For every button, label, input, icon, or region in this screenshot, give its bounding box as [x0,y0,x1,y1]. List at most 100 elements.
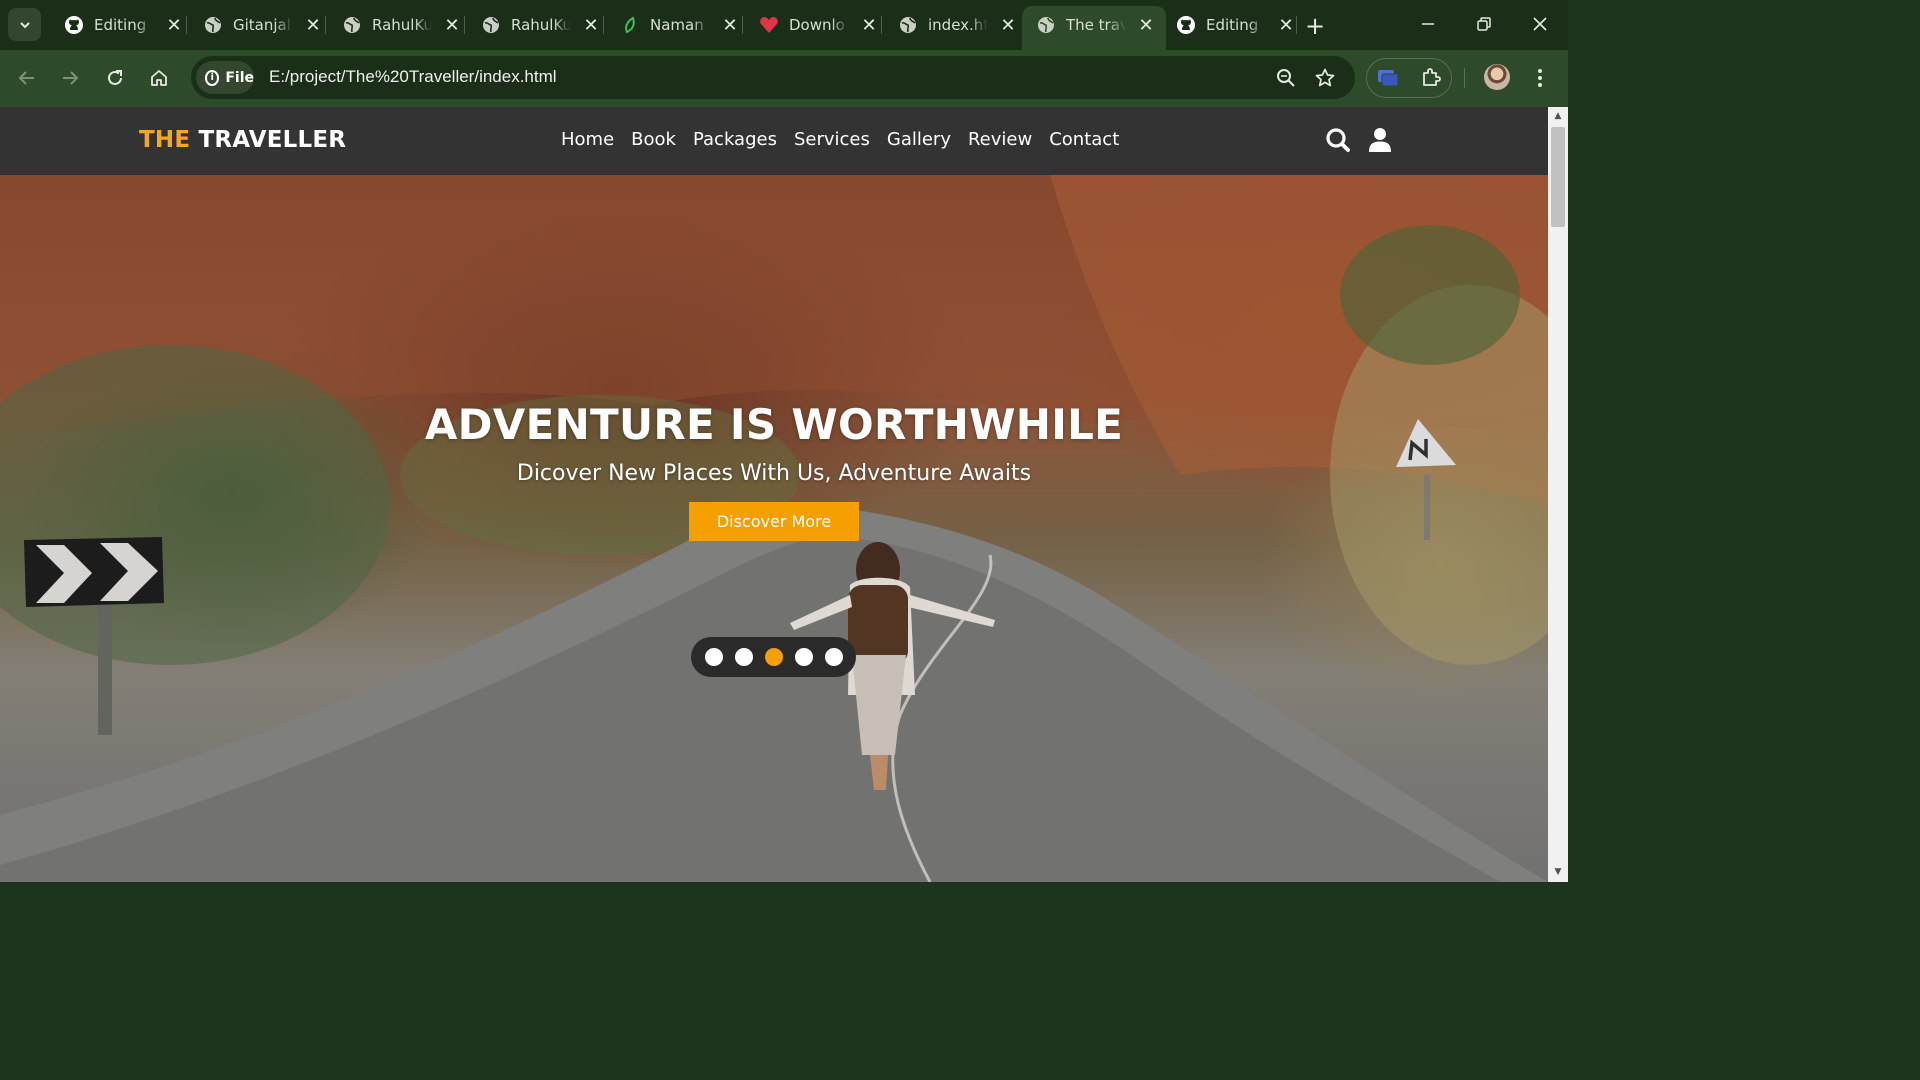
tab-2[interactable]: RahulKu ✕ [328,6,472,44]
extensions-group [1366,58,1452,98]
page-scrollbar[interactable]: ▲ ▼ [1548,107,1568,882]
restore-button[interactable] [1466,8,1502,40]
kebab-dot [1538,83,1542,87]
kebab-dot [1538,76,1542,80]
site-search-button[interactable] [1325,127,1351,153]
scroll-up-icon[interactable]: ▲ [1553,111,1563,121]
globe-icon [342,15,362,35]
tab-title: index.ht [928,16,988,34]
tab-separator [1296,16,1297,34]
close-icon [1533,17,1547,31]
tab-separator [186,16,187,34]
page-viewport: THE TRAVELLER Home Book Packages Service… [0,107,1568,882]
extensions-button[interactable] [1419,66,1443,90]
tab-separator [603,16,604,34]
nav-packages[interactable]: Packages [693,129,777,150]
toolbar-divider [1464,68,1465,88]
close-icon[interactable]: ✕ [720,15,740,36]
logo-accent-text: THE [139,127,191,153]
arrow-right-icon [63,71,79,85]
minimize-button[interactable] [1410,8,1446,40]
close-icon[interactable]: ✕ [581,15,601,36]
site-logo[interactable]: THE TRAVELLER [139,127,346,153]
slider-pagination [691,637,856,677]
tab-separator [464,16,465,34]
bookmark-button[interactable] [1313,66,1337,90]
new-tab-button[interactable]: + [1305,12,1325,40]
zoom-out-icon [1277,69,1295,87]
search-icon [1326,128,1350,152]
minimize-icon [1422,23,1434,25]
address-bar[interactable]: i File E:/project/The%20Traveller/index.… [191,56,1355,99]
tab-search-button[interactable] [8,8,41,41]
restore-icon [1477,17,1491,31]
site-info-label: File [225,69,254,86]
tab-1[interactable]: Gitanjali ✕ [189,6,333,44]
slide-dot-2[interactable] [734,648,753,666]
discover-more-button[interactable]: Discover More [688,502,860,541]
browser-toolbar: i File E:/project/The%20Traveller/index.… [0,50,1568,107]
tab-7-active[interactable]: The trav ✕ [1022,6,1166,50]
globe-icon [1036,15,1056,35]
github-icon [64,15,84,35]
logo-main-text: TRAVELLER [198,127,347,153]
scroll-down-icon[interactable]: ▼ [1553,867,1563,877]
nav-gallery[interactable]: Gallery [887,129,951,150]
main-nav: Home Book Packages Services Gallery Revi… [561,129,1119,150]
reload-button[interactable] [99,62,131,94]
nav-services[interactable]: Services [794,129,870,150]
nav-review[interactable]: Review [968,129,1032,150]
globe-icon [203,15,223,35]
profile-avatar[interactable] [1484,64,1510,90]
close-icon[interactable]: ✕ [998,15,1018,36]
nav-book[interactable]: Book [631,129,676,150]
tab-8[interactable]: Editing ✕ [1162,6,1306,44]
screen-share-icon [1378,70,1399,87]
site-account-button[interactable] [1368,127,1394,153]
globe-icon [481,15,501,35]
scrollbar-thumb[interactable] [1551,127,1565,227]
tab-title: Naman [650,16,704,34]
github-icon [1176,15,1196,35]
tab-6[interactable]: index.ht ✕ [884,6,1028,44]
close-icon[interactable]: ✕ [442,15,462,36]
tab-4[interactable]: Naman ✕ [606,6,750,44]
forward-button[interactable] [54,62,86,94]
puzzle-icon [1423,68,1441,86]
tab-title: Editing [94,16,147,34]
close-icon[interactable]: ✕ [164,15,184,36]
tab-5[interactable]: Downlo ✕ [745,6,889,44]
star-icon [1315,68,1335,87]
nav-home[interactable]: Home [561,129,614,150]
slide-dot-1[interactable] [704,648,723,666]
close-icon[interactable]: ✕ [1276,15,1296,36]
back-button[interactable] [11,62,43,94]
home-button[interactable] [143,62,175,94]
leaf-icon [620,15,640,35]
chevron-down-icon [19,21,30,28]
tab-3[interactable]: RahulKu ✕ [467,6,611,44]
close-icon[interactable]: ✕ [1136,15,1156,36]
slide-dot-5[interactable] [824,648,843,666]
browser-menu-button[interactable] [1530,64,1550,92]
tab-separator [325,16,326,34]
zoom-button[interactable] [1274,66,1298,90]
hero-content: ADVENTURE IS WORTHWHILE Dicover New Plac… [0,400,1548,541]
slide-dot-3-active[interactable] [764,648,783,666]
tab-0[interactable]: Editing ✕ [50,6,194,44]
close-icon[interactable]: ✕ [303,15,323,36]
tab-title: Editing [1206,16,1259,34]
kebab-dot [1538,69,1542,73]
close-icon[interactable]: ✕ [859,15,879,36]
extension-button[interactable] [1376,66,1400,90]
url-text[interactable]: E:/project/The%20Traveller/index.html [269,67,557,87]
close-window-button[interactable] [1522,8,1558,40]
site-info-button[interactable]: i File [196,61,254,94]
nav-contact[interactable]: Contact [1049,129,1119,150]
tab-separator [881,16,882,34]
tab-title: RahulKu [511,16,571,34]
slide-dot-4[interactable] [794,648,813,666]
site-header: THE TRAVELLER Home Book Packages Service… [0,107,1548,175]
heart-icon [759,15,779,35]
hero-subtitle: Dicover New Places With Us, Adventure Aw… [516,461,1032,486]
